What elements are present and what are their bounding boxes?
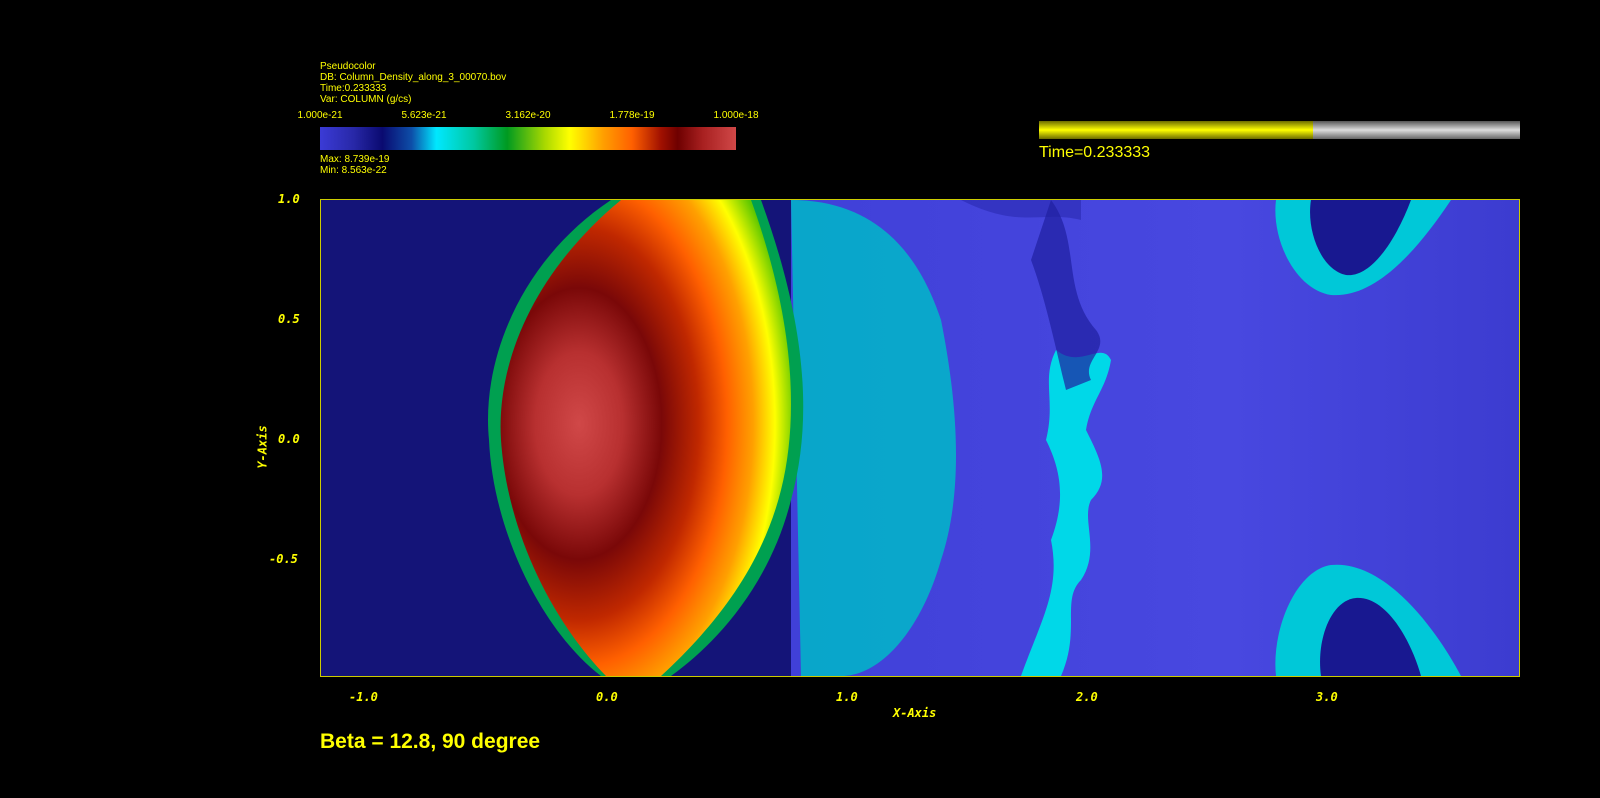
legend-min: Min: 8.563e-22 <box>320 165 387 176</box>
legend-max: Max: 8.739e-19 <box>320 154 390 165</box>
x-tick-label: -1.0 <box>349 690 378 704</box>
time-label: Time=0.233333 <box>1039 144 1151 161</box>
colorbar <box>320 127 736 150</box>
legend-time: Time:0.233333 <box>320 83 387 94</box>
colorbar-tick: 1.000e-21 <box>297 110 343 121</box>
time-slider-fill <box>1039 121 1314 139</box>
x-tick-label: 2.0 <box>1076 690 1098 704</box>
legend-plot-type: Pseudocolor <box>320 61 376 72</box>
density-field <box>321 200 1519 676</box>
colorbar-tick-labels: 1.000e-21 5.623e-21 3.162e-20 1.778e-19 … <box>297 110 767 122</box>
colorbar-tick: 1.000e-18 <box>713 110 759 121</box>
y-axis-label: Y-Axis <box>255 425 270 469</box>
x-axis-label: X-Axis <box>893 706 937 720</box>
colorbar-minmax: Max: 8.739e-19 Min: 8.563e-22 <box>320 154 390 176</box>
y-tick-label: 0.5 <box>278 312 300 326</box>
x-tick-label: 0.0 <box>596 690 618 704</box>
figure-caption: Beta = 12.8, 90 degree <box>320 730 541 753</box>
y-tick-label: -0.5 <box>269 552 298 566</box>
plot-legend: Pseudocolor DB: Column_Density_along_3_0… <box>320 61 506 105</box>
x-tick-label: 3.0 <box>1316 690 1338 704</box>
colorbar-tick: 5.623e-21 <box>401 110 447 121</box>
y-tick-label: 0.0 <box>278 432 300 446</box>
y-tick-label: 1.0 <box>278 192 300 206</box>
colorbar-tick: 3.162e-20 <box>505 110 551 121</box>
plot-area <box>320 199 1520 677</box>
x-tick-label: 1.0 <box>836 690 858 704</box>
colorbar-tick: 1.778e-19 <box>609 110 655 121</box>
legend-variable: Var: COLUMN (g/cs) <box>320 94 412 105</box>
legend-database: DB: Column_Density_along_3_00070.bov <box>320 72 507 83</box>
time-slider[interactable] <box>1039 121 1520 139</box>
